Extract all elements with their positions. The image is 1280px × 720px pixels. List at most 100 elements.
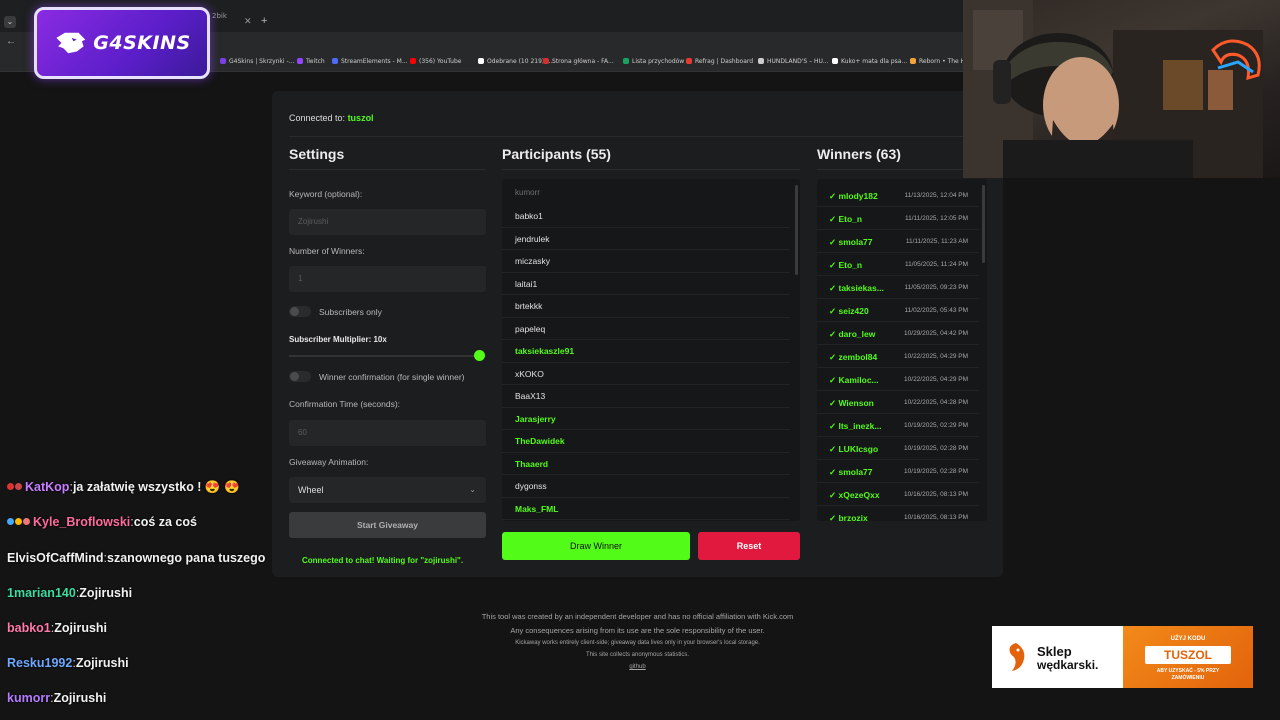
participant-name: papeleq [515, 323, 546, 334]
participant-name: dygonss [515, 481, 547, 491]
winner-date: 11/11/2025, 11:23 AM [905, 238, 968, 245]
back-icon[interactable]: ← [6, 36, 16, 47]
chat-username[interactable]: Kyle_Broflowski [33, 515, 130, 529]
winners-title: Winners (63) [817, 146, 901, 162]
chat-username[interactable]: kumorr [7, 691, 50, 705]
chat-username[interactable]: KatKop [25, 480, 69, 494]
bookmark-label: StreamElements - M... [341, 58, 408, 65]
start-giveaway-button[interactable]: Start Giveaway [289, 512, 486, 538]
chat-username[interactable]: babko1 [7, 621, 51, 635]
participant-name: miczasky [515, 256, 550, 266]
scrollbar[interactable] [982, 185, 985, 263]
bookmark-label: Refrag | Dashboard [695, 58, 754, 65]
winner-confirmation-toggle[interactable] [289, 371, 311, 382]
winners-count-input[interactable]: 1 [289, 266, 486, 292]
chat-message-text: Zojirushi [53, 691, 107, 705]
chat-status-message: Connected to chat! Waiting for "zojirush… [302, 556, 464, 565]
winner-date: 10/16/2025, 08:13 PM [904, 491, 968, 498]
subscriber-multiplier-slider[interactable] [289, 355, 479, 357]
winner-row: ✓ Eto_n 11/11/2025, 12:05 PM [817, 207, 979, 230]
participant-row: Jarasjerry [502, 408, 790, 430]
participant-name: Thaaerd [515, 458, 549, 469]
participant-search-input[interactable]: kumorr [515, 188, 540, 197]
chat-message-text: Zojirushi [54, 621, 108, 635]
winner-row: ✓ smola77 11/11/2025, 11:23 AM [817, 230, 979, 253]
participant-name: TheDawidek [515, 436, 565, 446]
participant-row: jendrulek [502, 228, 790, 250]
chat-message-text: coś za coś [133, 515, 197, 529]
sponsor-ad[interactable]: Sklep wędkarski. UŻYJ KODU TUSZOL ABY UZ… [992, 626, 1253, 688]
divider [502, 169, 800, 170]
winner-row: ✓ Kamiloc... 10/22/2025, 04:29 PM [817, 368, 979, 391]
participant-row: xKOKO [502, 363, 790, 385]
draw-winner-button[interactable]: Draw Winner [502, 532, 690, 560]
winner-row: ✓ daro_lew 10/29/2025, 04:42 PM [817, 322, 979, 345]
keyword-input[interactable]: Zojirushi [289, 209, 486, 235]
winner-name: ✓ smola77 [829, 467, 873, 477]
winner-date: 10/29/2025, 04:42 PM [904, 330, 968, 337]
github-link[interactable]: github [272, 664, 1003, 670]
chevron-down-icon: ⌄ [469, 485, 476, 494]
chat-message: kumorr:Zojirushi [7, 691, 106, 705]
participant-name: taksiekaszle91 [515, 346, 575, 356]
tab-close-icon[interactable]: ✕ [244, 16, 252, 27]
winners-list: ✓ mlody182 11/13/2025, 12:04 PM ✓ Eto_n 11/… [817, 179, 987, 521]
bookmark-item[interactable]: HUNDLAND'S – HU... [758, 58, 829, 65]
chat-badge-icon [7, 483, 14, 490]
chat-username[interactable]: 1marian140 [7, 586, 76, 600]
tab-search-button[interactable]: ⌄ [4, 16, 16, 28]
footer-disclaimer: This tool was created by an independent … [481, 612, 794, 621]
bookmark-item[interactable]: G4Skins | Skrzynki -... [220, 58, 294, 65]
bookmark-favicon-icon [623, 58, 629, 64]
winner-date: 11/02/2025, 05:43 PM [904, 307, 968, 314]
subscribers-only-label: Subscribers only [319, 307, 382, 317]
ad-promo-line2: ZAMÓWIENIU [1171, 675, 1205, 681]
subscribers-only-toggle[interactable] [289, 306, 311, 317]
bookmark-item[interactable]: Strona główna - FA... [543, 58, 614, 65]
chat-message-text: Zojirushi [79, 586, 133, 600]
winner-row: ✓ brzozix 10/16/2025, 08:13 PM [817, 506, 979, 521]
bookmark-item[interactable]: Twitch [297, 58, 325, 65]
participant-name: jendrulek [515, 233, 550, 244]
subscriber-multiplier-label: Subscriber Multiplier: 10x [289, 335, 387, 344]
winner-date: 10/19/2025, 02:29 PM [904, 422, 968, 429]
bookmark-item[interactable]: StreamElements - M... [332, 58, 408, 65]
participant-row: brtekkk [502, 295, 790, 318]
new-tab-icon[interactable]: + [261, 15, 267, 27]
bookmark-label: Twitch [306, 58, 325, 65]
confirmation-time-input[interactable]: 60 [289, 420, 486, 446]
divider [817, 169, 987, 170]
winner-date: 10/19/2025, 02:28 PM [904, 468, 968, 475]
winner-row: ✓ Its_inezk... 10/19/2025, 02:29 PM [817, 414, 979, 437]
winner-name: ✓ daro_lew [829, 329, 876, 339]
scrollbar[interactable] [795, 185, 798, 275]
participant-row: laitai1 [502, 273, 790, 295]
chat-message-text: szanownego pana tuszego [107, 551, 266, 565]
bookmark-label: Strona główna - FA... [552, 58, 614, 65]
bookmark-label: Lista przychodów [632, 58, 685, 65]
chat-message: KatKop:ja załatwię wszystko ! 😍 😍 [7, 480, 240, 495]
chat-username[interactable]: Resku1992 [7, 656, 72, 670]
winner-date: 11/13/2025, 12:04 PM [904, 192, 968, 199]
bookmark-favicon-icon [686, 58, 692, 64]
bookmark-item[interactable]: Lista przychodów [623, 58, 684, 65]
chat-username[interactable]: ElvisOfCaffMind [7, 551, 104, 565]
webcam-image [963, 0, 1263, 178]
reset-button[interactable]: Reset [698, 532, 800, 560]
tab-label[interactable]: 2bik [212, 12, 227, 20]
participant-name: laitai1 [515, 278, 538, 289]
animation-select[interactable]: Wheel ⌄ [289, 477, 486, 503]
bookmark-favicon-icon [220, 58, 226, 64]
giveaway-app-panel: Connected to: tuszol Settings Keyword (o… [272, 91, 1003, 577]
bookmark-item[interactable]: Kuko+ mata dla psa... [832, 58, 907, 65]
bookmark-item[interactable]: Reborn • The Ho [910, 58, 969, 65]
divider [289, 169, 486, 170]
bookmark-favicon-icon [910, 58, 916, 64]
bookmark-item[interactable]: Refrag | Dashboard [686, 58, 753, 65]
winner-row: ✓ taksiekas... 11/05/2025, 09:23 PM [817, 276, 979, 299]
winner-confirmation-label: Winner confirmation (for single winner) [319, 372, 465, 382]
g4skins-logo: G4SKINS [34, 7, 210, 79]
bookmark-item[interactable]: (356) YouTube [410, 58, 461, 65]
bookmark-favicon-icon [478, 58, 484, 64]
slider-handle[interactable] [474, 350, 485, 361]
